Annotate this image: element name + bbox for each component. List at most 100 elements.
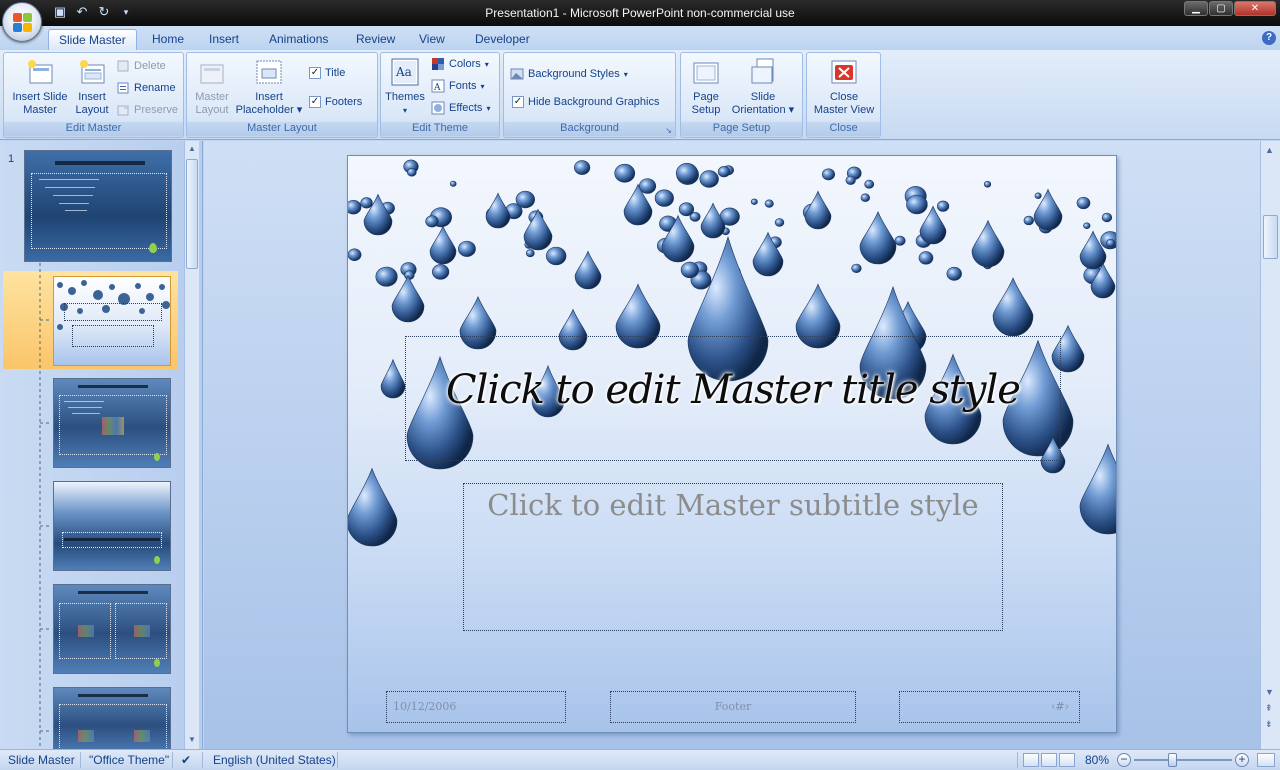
water-bead-shape xyxy=(654,189,674,207)
raindrop-shape xyxy=(992,277,1034,337)
master-subtitle-text[interactable]: Click to edit Master subtitle style xyxy=(464,488,1002,522)
slide-canvas[interactable]: Click to edit Master title style Click t… xyxy=(347,155,1117,733)
title-and-content-thumbnail[interactable] xyxy=(53,378,171,468)
tab-home[interactable]: Home xyxy=(142,29,194,50)
normal-view-icon[interactable] xyxy=(1023,753,1039,767)
tab-developer[interactable]: Developer xyxy=(465,29,540,50)
slide-number-placeholder[interactable]: ‹#› xyxy=(899,691,1080,723)
footers-checkbox[interactable]: ✓ Footers xyxy=(309,96,362,108)
raindrop-shape xyxy=(523,208,553,251)
page-setup-button[interactable]: Page Setup xyxy=(685,57,727,117)
dialog-launcher-icon[interactable]: ↘ xyxy=(665,126,672,135)
slide-scroll-thumb[interactable] xyxy=(1263,215,1278,259)
delete-button[interactable]: Delete xyxy=(116,59,166,73)
water-bead-shape xyxy=(614,163,636,183)
date-placeholder[interactable]: 10/12/2006 xyxy=(386,691,566,723)
maximize-button[interactable]: ▢ xyxy=(1209,1,1233,16)
scroll-up-icon[interactable]: ▲ xyxy=(1265,145,1274,155)
raindrop-shape xyxy=(391,274,425,323)
rename-button[interactable]: Rename xyxy=(116,81,176,95)
water-bead-shape xyxy=(432,264,450,280)
raindrop-shape xyxy=(700,202,726,239)
group-master-layout: Master Layout Insert Placeholder ▾ ✓ Tit… xyxy=(186,52,378,138)
background-styles-button[interactable]: Background Styles ▾ xyxy=(510,67,628,81)
tab-review[interactable]: Review xyxy=(346,29,405,50)
footers-check-icon[interactable]: ✓ xyxy=(309,96,321,108)
slide-scrollbar[interactable]: ▲ ▼ ⇞ ⇟ xyxy=(1260,141,1280,749)
group-label-edit-theme: Edit Theme xyxy=(381,122,499,136)
status-theme-name[interactable]: "Office Theme" xyxy=(89,753,169,767)
status-language[interactable]: English (United States) xyxy=(213,753,336,767)
water-bead-shape xyxy=(946,266,962,281)
zoom-slider-track[interactable] xyxy=(1134,759,1232,761)
two-content-thumbnail[interactable] xyxy=(53,584,171,674)
insert-placeholder-button[interactable]: Insert Placeholder ▾ xyxy=(235,57,303,117)
svg-text:Aa: Aa xyxy=(395,65,412,79)
scroll-down-icon[interactable]: ▼ xyxy=(188,735,196,744)
slide-orientation-button[interactable]: Slide Orientation ▾ xyxy=(727,57,799,117)
zoom-in-button[interactable]: + xyxy=(1235,753,1249,767)
preserve-button[interactable]: Preserve xyxy=(116,103,178,117)
window-controls: ▁ ▢ ✕ xyxy=(1184,1,1276,16)
rename-icon xyxy=(116,81,130,95)
next-slide-icon[interactable]: ⇟ xyxy=(1265,719,1273,730)
raindrop-shape xyxy=(971,219,1005,268)
water-bead-shape xyxy=(864,179,875,189)
window-title: Presentation1 - Microsoft PowerPoint non… xyxy=(485,6,795,20)
hide-background-check-icon[interactable]: ✓ xyxy=(512,96,524,108)
themes-button[interactable]: Aa Themes ▾ xyxy=(383,57,427,117)
slide-sorter-view-icon[interactable] xyxy=(1041,753,1057,767)
water-bead-shape xyxy=(678,202,695,217)
subtitle-placeholder[interactable]: Click to edit Master subtitle style xyxy=(463,483,1003,631)
water-bead-shape xyxy=(425,215,439,228)
tab-slide-master[interactable]: Slide Master xyxy=(48,29,137,50)
background-styles-icon xyxy=(510,67,524,81)
section-header-thumbnail[interactable] xyxy=(53,481,171,571)
title-check-icon[interactable]: ✓ xyxy=(309,67,321,79)
colors-button[interactable]: Colors ▾ xyxy=(431,57,489,71)
raindrop-shape xyxy=(804,190,832,230)
zoom-slider-thumb[interactable] xyxy=(1168,753,1177,767)
water-bead-shape xyxy=(375,266,398,287)
insert-layout-icon xyxy=(77,57,107,87)
water-bead-shape xyxy=(774,218,785,227)
water-bead-shape xyxy=(675,163,699,184)
water-bead-shape xyxy=(860,193,871,202)
spelling-check-icon[interactable]: ✔ xyxy=(181,753,191,767)
help-icon[interactable]: ? xyxy=(1262,31,1276,45)
effects-button[interactable]: Effects ▾ xyxy=(431,101,490,115)
water-bead-shape xyxy=(1076,196,1091,210)
title-checkbox[interactable]: ✓ Title xyxy=(309,67,345,79)
tab-animations[interactable]: Animations xyxy=(259,29,338,50)
tab-insert[interactable]: Insert xyxy=(199,29,249,50)
comparison-thumbnail[interactable] xyxy=(53,687,171,749)
water-bead-shape xyxy=(449,180,457,187)
fit-slide-to-window-icon[interactable] xyxy=(1257,753,1275,767)
office-button[interactable] xyxy=(2,2,42,42)
thumbnail-scroll-thumb[interactable] xyxy=(186,159,198,269)
previous-slide-icon[interactable]: ⇞ xyxy=(1265,703,1273,714)
tab-view[interactable]: View xyxy=(409,29,455,50)
thumbnail-scrollbar[interactable]: ▲ ▼ xyxy=(184,141,199,749)
slide-orientation-icon xyxy=(748,57,778,87)
scroll-down-icon[interactable]: ▼ xyxy=(1265,687,1274,697)
scroll-up-icon[interactable]: ▲ xyxy=(188,144,196,153)
close-master-view-button[interactable]: Close Master View xyxy=(809,57,879,117)
insert-layout-button[interactable]: Insert Layout xyxy=(70,57,114,117)
zoom-level[interactable]: 80% xyxy=(1085,753,1109,767)
hide-background-graphics-checkbox[interactable]: ✓ Hide Background Graphics xyxy=(512,96,659,108)
water-bead-shape xyxy=(936,200,950,212)
close-window-button[interactable]: ✕ xyxy=(1234,1,1276,16)
title-layout-thumbnail[interactable] xyxy=(53,276,171,366)
slide-master-thumbnail[interactable] xyxy=(24,150,172,262)
master-layout-button[interactable]: Master Layout xyxy=(191,57,233,117)
zoom-out-button[interactable]: − xyxy=(1117,753,1131,767)
fonts-button[interactable]: A Fonts ▾ xyxy=(431,79,485,93)
insert-slide-master-button[interactable]: Insert Slide Master xyxy=(8,57,72,117)
title-placeholder[interactable]: Click to edit Master title style xyxy=(405,336,1061,461)
slide-show-view-icon[interactable] xyxy=(1059,753,1075,767)
master-title-text[interactable]: Click to edit Master title style xyxy=(406,367,1060,413)
footer-placeholder[interactable]: Footer xyxy=(610,691,856,723)
minimize-button[interactable]: ▁ xyxy=(1184,1,1208,16)
raindrop-shape xyxy=(485,192,511,229)
